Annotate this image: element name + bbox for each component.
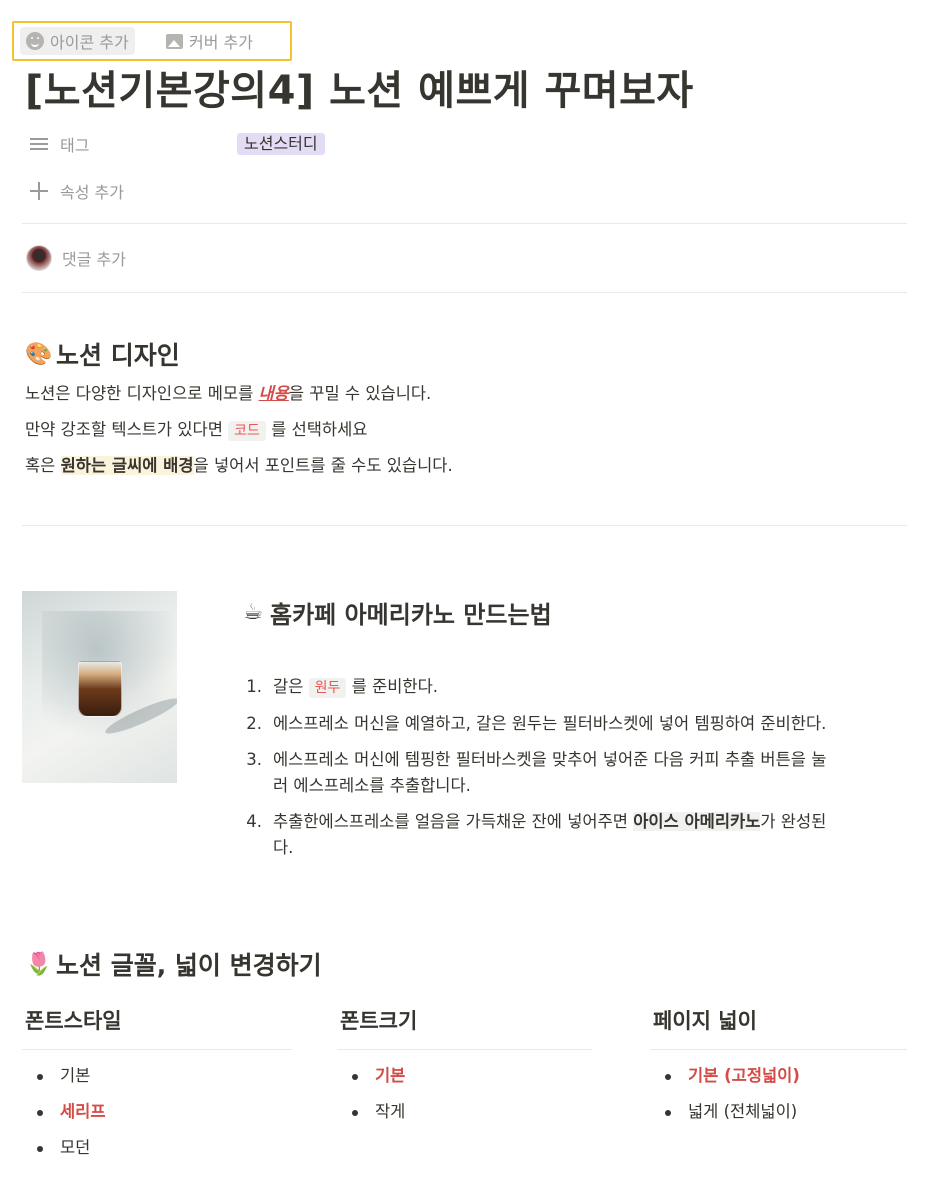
text-span: 을 넣어서 포인트를 줄 수도 있습니다.	[193, 456, 453, 475]
list-item: 기본	[22, 1058, 292, 1094]
section-heading-text: 노션 디자인	[56, 341, 180, 370]
styled-text: 내용	[258, 384, 289, 403]
divider	[650, 1049, 907, 1050]
list-item: 세리프	[22, 1094, 292, 1130]
divider	[337, 1049, 592, 1050]
text-span: 노션은 다양한 디자인으로 메모를	[25, 384, 259, 403]
list-number: 4.	[246, 812, 262, 831]
text-span: 추출한에스프레소를 얼음을 가득채운 잔에 넣어주면	[273, 812, 634, 831]
list-number: 1.	[246, 677, 262, 696]
text-span: 을 꾸밀 수 있습니다.	[288, 384, 432, 403]
smile-icon	[26, 32, 44, 50]
add-icon-label: 아이콘 추가	[50, 33, 129, 52]
divider	[22, 292, 907, 293]
add-comment-label: 댓글 추가	[62, 250, 126, 269]
inline-code: 원두	[308, 678, 347, 698]
list-item: 넓게 (전체넓이)	[650, 1094, 907, 1130]
paragraph: 혹은 원하는 글씨에 배경을 넣어서 포인트를 줄 수도 있습니다.	[25, 452, 453, 476]
add-property-label: 속성 추가	[60, 183, 124, 202]
tag-chip[interactable]: 노션스터디	[237, 133, 325, 155]
bold-text: 아이스 아메리카노	[633, 812, 761, 831]
text-line: 에스프레소 머신에 템핑한 필터바스켓을 맞추어 넣어준 다음 커피 추출 버튼…	[273, 750, 827, 769]
list-icon	[30, 138, 48, 150]
tulip-icon: 🌷	[25, 951, 53, 977]
list-number: 2.	[246, 714, 262, 733]
add-comment-row[interactable]: 댓글 추가	[26, 245, 126, 271]
text-line: 추출한에스프레소를 얼음을 가득채운 잔에 넣어주면 아이스 아메리카노가 완성…	[273, 809, 903, 835]
section-heading-coffee: ☕ 홈카페 아메리카노 만드는법	[238, 595, 552, 630]
text-span: 만약 강조할 텍스트가 있다면	[25, 420, 229, 439]
add-cover-label: 커버 추가	[189, 33, 253, 52]
list-text: 추출한에스프레소를 얼음을 가득채운 잔에 넣어주면 아이스 아메리카노가 완성…	[273, 809, 903, 861]
text-span: 혹은	[25, 456, 61, 475]
add-icon-button[interactable]: 아이콘 추가	[20, 27, 135, 55]
palette-icon: 🎨	[25, 341, 53, 367]
section-heading-font: 🌷 노션 글꼴, 넓이 변경하기	[24, 946, 322, 982]
page-header-controls: 아이콘 추가 커버 추가	[12, 21, 292, 61]
list-text: 갈은 원두 를 준비한다.	[273, 674, 903, 701]
coffee-icon: ☕	[243, 600, 263, 625]
section-heading-text: 홈카페 아메리카노 만드는법	[270, 601, 552, 629]
section-heading-text: 노션 글꼴, 넓이 변경하기	[56, 951, 322, 980]
column-title: 폰트크기	[340, 1009, 418, 1033]
add-property-button[interactable]: 속성 추가	[30, 178, 124, 204]
plus-icon	[30, 182, 48, 200]
paragraph: 만약 강조할 텍스트가 있다면 코드 를 선택하세요	[25, 416, 368, 441]
coffee-photo[interactable]	[22, 591, 177, 783]
divider	[22, 1049, 292, 1050]
list-text: 에스프레소 머신을 예열하고, 갈은 원두는 필터바스켓에 넣어 템핑하여 준비…	[273, 714, 827, 733]
highlighted-text: 원하는 글씨에 배경	[60, 456, 194, 475]
add-cover-button[interactable]: 커버 추가	[160, 27, 259, 55]
property-tag-row[interactable]: 태그	[30, 131, 89, 157]
column-title: 폰트스타일	[25, 1009, 122, 1033]
list-item: 기본	[337, 1058, 592, 1094]
column-title: 페이지 넓이	[653, 1009, 757, 1033]
column-page-width: 페이지 넓이 기본 (고정넓이) 넓게 (전체넓이)	[650, 1003, 907, 1130]
inline-code: 코드	[228, 421, 266, 441]
text-span: 가 완성된	[760, 812, 827, 831]
text-line: 다.	[273, 838, 294, 857]
avatar	[26, 245, 52, 271]
text-span: 를 선택하세요	[265, 420, 368, 439]
list-number: 3.	[246, 750, 262, 769]
column-font-size: 폰트크기 기본 작게	[337, 1003, 592, 1130]
list-item: 작게	[337, 1094, 592, 1130]
paragraph: 노션은 다양한 디자인으로 메모를 내용을 꾸밀 수 있습니다.	[25, 380, 431, 404]
text-line: 러 에스프레소를 추출합니다.	[273, 776, 471, 795]
section-heading-design: 🎨 노션 디자인	[24, 336, 180, 372]
divider	[22, 525, 907, 526]
image-icon	[166, 33, 183, 49]
page-title[interactable]: [노션기본강의4] 노션 예쁘게 꾸며보자	[25, 58, 694, 116]
text-span: 를 준비한다.	[346, 677, 439, 696]
column-font-style: 폰트스타일 기본 세리프 모던	[22, 1003, 292, 1166]
list-text: 에스프레소 머신에 템핑한 필터바스켓을 맞추어 넣어준 다음 커피 추출 버튼…	[273, 747, 903, 799]
list-item: 기본 (고정넓이)	[650, 1058, 907, 1094]
property-tag-label: 태그	[60, 136, 90, 155]
divider	[22, 223, 907, 224]
text-span: 갈은	[273, 677, 309, 696]
list-item: 모던	[22, 1130, 292, 1166]
